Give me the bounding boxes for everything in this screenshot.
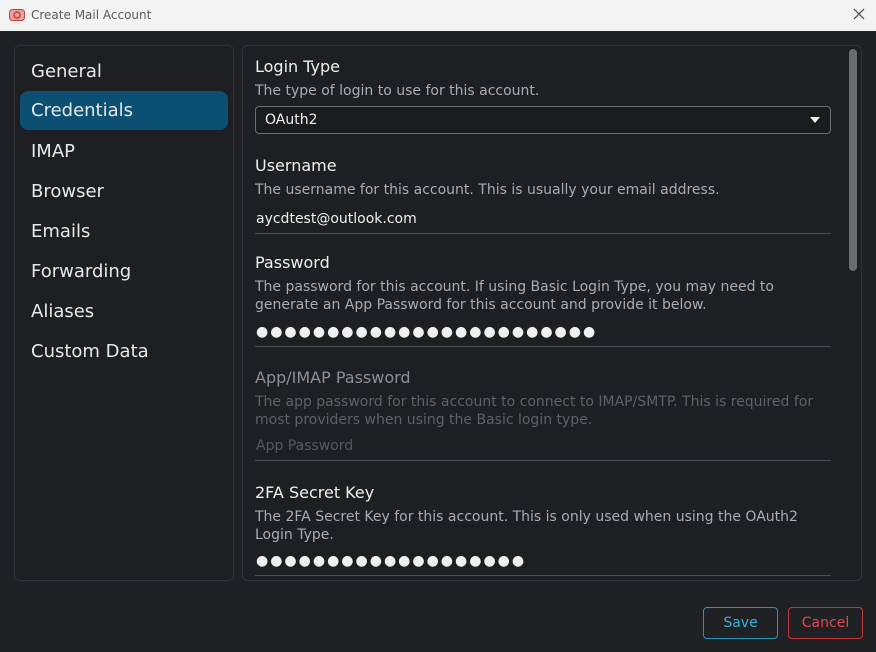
sidebar-item-credentials[interactable]: Credentials — [20, 91, 228, 130]
scrollbar-thumb[interactable] — [849, 49, 857, 271]
twofa-key-field: 2FA Secret Key The 2FA Secret Key for th… — [255, 483, 831, 580]
app-password-label: App/IMAP Password — [255, 368, 411, 387]
login-type-value: OAuth2 — [265, 112, 318, 128]
sidebar-item-label: Browser — [31, 181, 104, 202]
dialog-body: General Credentials IMAP Browser Emails … — [0, 31, 876, 652]
chevron-down-icon — [810, 117, 820, 123]
content-scrollbar[interactable] — [847, 48, 859, 578]
twofa-key-input[interactable] — [255, 547, 831, 576]
username-description: The username for this account. This is u… — [255, 182, 720, 198]
password-label: Password — [255, 253, 330, 272]
sidebar-item-emails[interactable]: Emails — [20, 212, 228, 251]
login-type-label: Login Type — [255, 57, 340, 76]
sidebar-item-label: Custom Data — [31, 341, 149, 362]
credentials-panel: Login Type The type of login to use for … — [242, 45, 862, 581]
sidebar-item-label: Forwarding — [31, 261, 132, 282]
username-field: Username The username for this account. … — [255, 156, 831, 236]
sidebar-item-forwarding[interactable]: Forwarding — [20, 252, 228, 291]
cancel-button[interactable]: Cancel — [788, 607, 863, 639]
sidebar-item-custom-data[interactable]: Custom Data — [20, 332, 228, 371]
login-type-select[interactable]: OAuth2 — [255, 106, 831, 134]
sidebar-item-label: General — [31, 61, 102, 82]
close-icon[interactable] — [851, 6, 867, 22]
sidebar-item-label: Emails — [31, 221, 91, 242]
login-type-field: Login Type The type of login to use for … — [255, 57, 831, 137]
save-button[interactable]: Save — [703, 607, 778, 639]
sidebar-item-label: IMAP — [31, 141, 76, 162]
app-password-field: App/IMAP Password The app password for t… — [255, 368, 831, 468]
twofa-key-label: 2FA Secret Key — [255, 483, 375, 502]
password-input[interactable] — [255, 318, 831, 347]
app-password-description: The app password for this account to con… — [255, 394, 814, 428]
sidebar-item-imap[interactable]: IMAP — [20, 132, 228, 171]
sidebar-item-aliases[interactable]: Aliases — [20, 292, 228, 331]
sidebar-item-label: Aliases — [31, 301, 95, 322]
app-password-input — [255, 432, 831, 461]
settings-sidebar: General Credentials IMAP Browser Emails … — [14, 45, 234, 581]
username-input[interactable] — [255, 205, 831, 234]
sidebar-item-general[interactable]: General — [20, 52, 228, 91]
login-type-description: The type of login to use for this accoun… — [255, 83, 540, 99]
app-logo-icon — [9, 9, 25, 21]
window-title: Create Mail Account — [31, 8, 152, 22]
username-label: Username — [255, 156, 337, 175]
sidebar-item-browser[interactable]: Browser — [20, 172, 228, 211]
password-description: The password for this account. If using … — [255, 279, 774, 313]
password-field: Password The password for this account. … — [255, 253, 831, 353]
title-bar: Create Mail Account — [0, 0, 876, 31]
sidebar-item-label: Credentials — [31, 100, 134, 121]
twofa-key-description: The 2FA Secret Key for this account. Thi… — [255, 509, 798, 543]
